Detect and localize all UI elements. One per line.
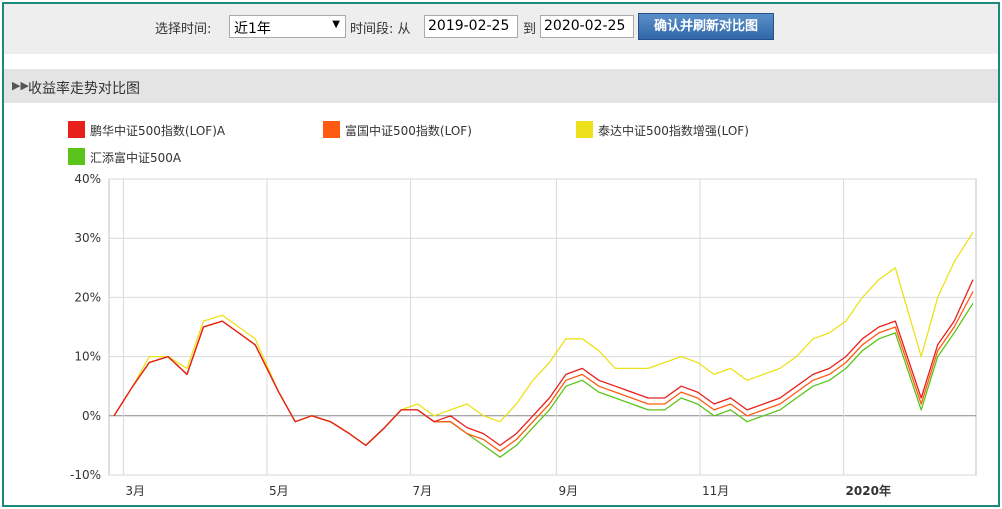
- x-tick-label: 5月: [269, 484, 289, 498]
- x-tick-label: 3月: [125, 484, 145, 498]
- x-tick-label: 11月: [702, 484, 729, 498]
- return-trend-chart: -10% 0% 10% 20% 30% 40% 3月 5月 7月 9月 11月 2020年: [70, 172, 977, 498]
- y-tick-label: 30%: [74, 231, 101, 245]
- x-tick-label: 9月: [558, 484, 578, 498]
- x-tick-label: 2020年: [846, 483, 891, 498]
- page-frame: 选择时间: 近1年 ▼ 时间段: 从 2019-02-25 到 2020-02-…: [2, 2, 1000, 507]
- y-tick-label: 40%: [74, 172, 101, 186]
- y-tick-label: 20%: [74, 290, 101, 304]
- y-tick-label: -10%: [70, 468, 101, 482]
- x-tick-label: 7月: [413, 484, 433, 498]
- y-tick-label: 10%: [74, 350, 101, 364]
- y-tick-label: 0%: [82, 409, 101, 423]
